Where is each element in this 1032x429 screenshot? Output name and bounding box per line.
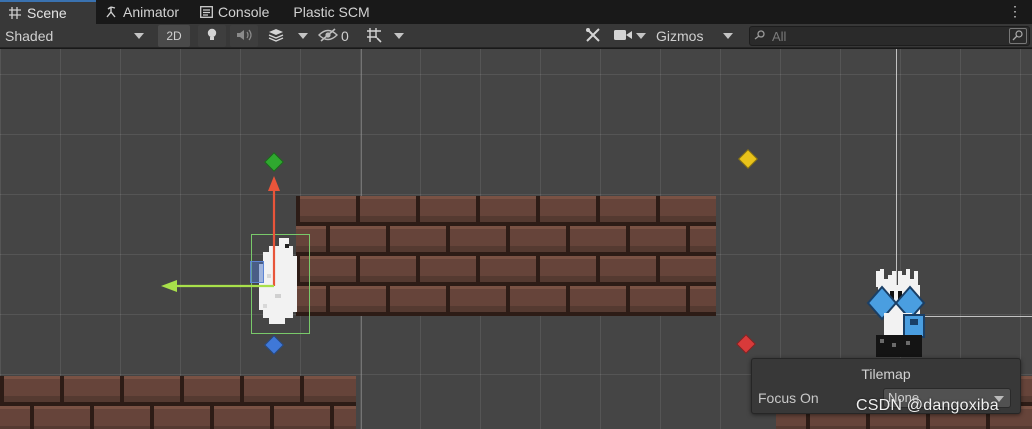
tab-console[interactable]: Console <box>191 0 281 24</box>
gizmo-diamond-red[interactable] <box>736 334 756 354</box>
hidden-count: 0 <box>341 28 349 44</box>
brick-floor-lower <box>0 376 356 429</box>
gizmos-label: Gizmos <box>656 28 704 44</box>
brick-platform-upper <box>296 196 716 316</box>
chevron-down-icon <box>723 33 733 39</box>
tools-toggle[interactable] <box>580 25 606 47</box>
gizmo-diamond-blue[interactable] <box>264 335 284 355</box>
move-gizmo[interactable] <box>155 174 295 334</box>
effects-dropdown[interactable] <box>294 25 312 47</box>
search-icon <box>754 29 772 43</box>
brick-row <box>296 196 716 226</box>
tab-plastic-scm[interactable]: Plastic SCM <box>281 0 381 24</box>
grid-dropdown[interactable] <box>390 25 408 47</box>
tab-plastic-scm-label: Plastic SCM <box>293 4 370 20</box>
chevron-down-icon <box>394 33 404 39</box>
draw-mode-dropdown[interactable]: Shaded <box>2 25 150 47</box>
tab-scene[interactable]: Scene <box>0 0 96 24</box>
grid-snap-icon <box>366 27 382 46</box>
search-popout-icon[interactable] <box>1009 28 1027 44</box>
camera-icon <box>614 28 632 44</box>
scene-toolbar: Shaded 2D 0 Gizmos All <box>0 24 1032 48</box>
scene-search-field[interactable] <box>749 26 1030 46</box>
hidden-objects-toggle[interactable]: 0 <box>318 25 358 47</box>
mode-2d-button[interactable]: 2D <box>158 25 190 47</box>
grid-icon <box>8 6 22 20</box>
tools-icon <box>585 27 601 46</box>
tab-console-label: Console <box>218 4 270 20</box>
tab-animator[interactable]: Animator <box>96 0 191 24</box>
console-icon <box>199 5 213 19</box>
effects-toggle[interactable] <box>264 25 288 47</box>
search-input[interactable] <box>772 28 1002 44</box>
tab-animator-label: Animator <box>123 4 180 20</box>
tab-scene-label: Scene <box>27 5 67 21</box>
brick-row <box>296 256 716 286</box>
brick-row <box>0 376 356 406</box>
speaker-icon <box>236 28 252 44</box>
gizmos-dropdown[interactable] <box>717 25 739 47</box>
chevron-down-icon <box>134 33 144 39</box>
scene-viewport[interactable]: Tilemap Focus On None CSDN @dangoxiba <box>0 49 1032 429</box>
chevron-down-icon <box>298 33 308 39</box>
editor-tab-bar: Scene Animator Console Plastic SCM ⋮ <box>0 0 1032 24</box>
chevron-down-icon <box>636 33 646 39</box>
knight-character-sprite[interactable] <box>866 267 928 362</box>
animator-icon <box>104 5 118 19</box>
brick-row <box>0 406 356 429</box>
lighting-toggle[interactable] <box>198 25 226 47</box>
gizmos-button[interactable]: Gizmos <box>653 25 713 47</box>
audio-toggle[interactable] <box>230 25 258 47</box>
kebab-menu-icon[interactable]: ⋮ <box>1008 3 1022 19</box>
eye-hidden-icon <box>318 27 338 45</box>
draw-mode-label: Shaded <box>5 28 54 44</box>
focus-on-label: Focus On <box>758 390 819 406</box>
camera-settings[interactable] <box>610 25 650 47</box>
lightbulb-icon <box>206 28 218 45</box>
grid-snap-toggle[interactable] <box>362 25 386 47</box>
mode-2d-label: 2D <box>166 29 182 43</box>
tilemap-overlay-title: Tilemap <box>861 366 911 382</box>
gizmo-diamond-yellow[interactable] <box>738 149 758 169</box>
gizmo-diamond-green[interactable] <box>264 152 284 172</box>
watermark-text: CSDN @dangoxiba <box>856 397 999 414</box>
brick-row <box>296 286 716 316</box>
layers-icon <box>268 28 284 45</box>
brick-row <box>296 226 716 256</box>
